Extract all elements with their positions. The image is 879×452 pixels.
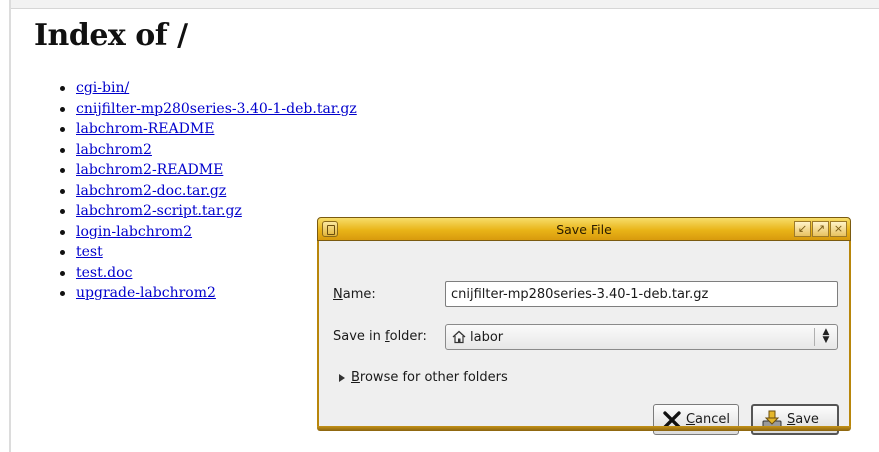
file-link-labchrom2-readme[interactable]: labchrom2-README xyxy=(76,162,223,178)
file-link-labchrom-readme[interactable]: labchrom-README xyxy=(76,121,214,137)
file-link-cgi-bin[interactable]: cgi-bin/ xyxy=(76,80,129,96)
list-item: upgrade-labchrom2 xyxy=(44,283,357,304)
file-link-test[interactable]: test xyxy=(76,244,103,260)
dialog-titlebar[interactable]: Save File ↙ ↗ × xyxy=(317,217,851,241)
combo-arrows-icon: ▲ ▼ xyxy=(822,327,830,345)
bullet-icon xyxy=(60,250,65,255)
folder-label-prefix: Save in xyxy=(333,329,386,344)
browse-label: Browse for other folders xyxy=(351,370,508,385)
file-link-upgrade-labchrom2[interactable]: upgrade-labchrom2 xyxy=(76,285,216,301)
list-item: labchrom-README xyxy=(44,119,357,140)
list-item: labchrom2-README xyxy=(44,160,357,181)
save-file-dialog: Save File ↙ ↗ × Name: Save in folder: la… xyxy=(317,217,851,435)
page-title: Index of / xyxy=(34,18,188,53)
save-in-folder-label: Save in folder: xyxy=(333,329,427,344)
combo-separator xyxy=(814,328,815,346)
minimize-icon[interactable]: ↙ xyxy=(794,221,811,237)
bullet-icon xyxy=(60,147,65,153)
browser-left-rule xyxy=(9,0,11,452)
browse-folders-expander[interactable]: Browse for other folders xyxy=(339,370,508,385)
list-item: cnijfilter-mp280series-3.40-1-deb.tar.gz xyxy=(44,99,357,120)
bullet-icon xyxy=(60,86,65,91)
list-item: test xyxy=(44,242,357,263)
save-label: Save xyxy=(787,412,819,427)
window-controls: ↙ ↗ × xyxy=(794,221,847,237)
save-label-rest: ave xyxy=(795,412,819,427)
file-list: cgi-bin/ cnijfilter-mp280series-3.40-1-d… xyxy=(44,78,357,304)
list-item: labchrom2-script.tar.gz xyxy=(44,201,357,222)
bullet-icon xyxy=(60,168,65,173)
browse-label-rest: rowse for other folders xyxy=(359,370,508,385)
bullet-icon xyxy=(60,270,65,276)
folder-value: labor xyxy=(470,330,504,345)
bullet-icon xyxy=(60,127,65,132)
file-link-labchrom2-doc[interactable]: labchrom2-doc.tar.gz xyxy=(76,183,226,199)
dialog-body: Name: Save in folder: labor ▲▼ Browse fo… xyxy=(317,241,851,435)
folder-label-rest: older: xyxy=(389,329,427,344)
save-in-folder-select[interactable]: labor ▲ ▼ xyxy=(445,324,838,350)
bullet-icon xyxy=(60,188,65,194)
filename-input[interactable] xyxy=(445,281,838,307)
close-icon[interactable]: × xyxy=(830,221,847,237)
file-link-labchrom2[interactable]: labchrom2 xyxy=(76,142,152,158)
file-link-cnijfilter[interactable]: cnijfilter-mp280series-3.40-1-deb.tar.gz xyxy=(76,101,357,117)
home-folder-icon xyxy=(452,330,466,344)
browse-mnemonic: B xyxy=(351,370,360,385)
list-item: login-labchrom2 xyxy=(44,222,357,243)
list-item: cgi-bin/ xyxy=(44,78,357,99)
browser-top-rule xyxy=(9,0,879,9)
file-link-login-labchrom2[interactable]: login-labchrom2 xyxy=(76,224,192,240)
maximize-icon[interactable]: ↗ xyxy=(812,221,829,237)
bullet-icon xyxy=(60,209,65,214)
name-label-rest: ame: xyxy=(342,287,376,302)
cancel-label: Cancel xyxy=(686,412,730,427)
bullet-icon xyxy=(60,291,65,296)
bullet-icon xyxy=(60,106,65,112)
list-item: labchrom2 xyxy=(44,140,357,161)
bullet-icon xyxy=(60,229,65,235)
dialog-bottom-frame xyxy=(317,426,851,431)
name-label-mnemonic: N xyxy=(333,287,343,302)
file-link-labchrom2-script[interactable]: labchrom2-script.tar.gz xyxy=(76,203,242,219)
name-label: Name: xyxy=(333,287,376,302)
cancel-mnemonic: C xyxy=(685,412,696,427)
dialog-title: Save File xyxy=(556,222,612,237)
cancel-label-rest: ancel xyxy=(695,412,730,427)
list-item: labchrom2-doc.tar.gz xyxy=(44,181,357,202)
list-item: test.doc xyxy=(44,263,357,284)
expander-arrow-icon xyxy=(339,373,345,382)
file-link-test-doc[interactable]: test.doc xyxy=(76,265,132,281)
